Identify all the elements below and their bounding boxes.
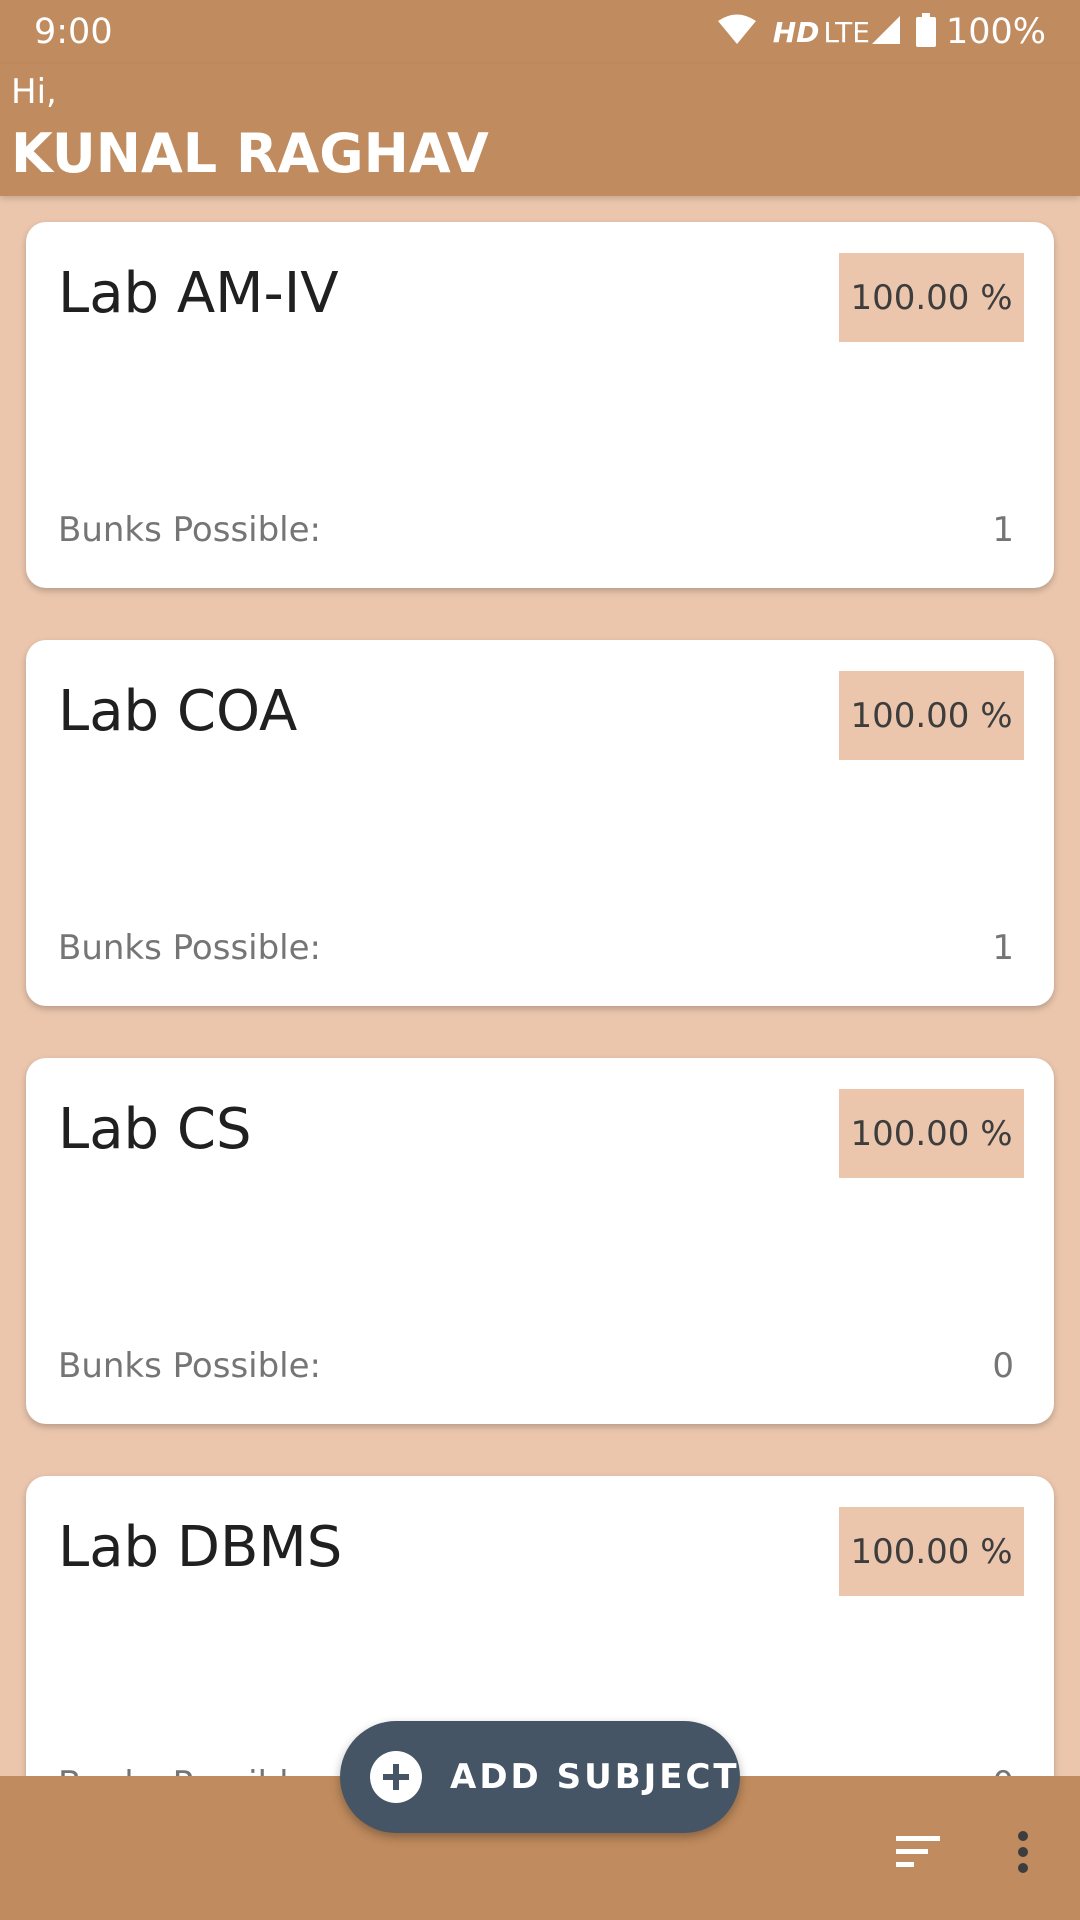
subject-card[interactable]: Lab CS 100.00 % Bunks Possible: 0 <box>26 1058 1054 1424</box>
network-hd-label: HD <box>772 15 820 49</box>
greeting-text: Hi, <box>11 72 57 112</box>
attendance-percentage-badge: 100.00 % <box>839 253 1024 342</box>
subject-name: Lab CS <box>58 1097 252 1162</box>
bunks-possible-value: 0 <box>992 1764 1014 1776</box>
battery-icon <box>915 13 936 51</box>
battery-percentage: 100% <box>945 12 1046 52</box>
status-bar: 9:00 HD LTE 100% <box>0 0 1080 64</box>
subject-name: Lab DBMS <box>58 1515 343 1580</box>
bunks-possible-label: Bunks Possible: <box>58 1346 322 1386</box>
bunks-possible-label: Bunks Possible: <box>58 1764 321 1776</box>
bunks-possible-label: Bunks Possible: <box>58 510 322 550</box>
user-name: KUNAL RAGHAV <box>11 122 489 185</box>
attendance-percentage-badge: 100.00 % <box>839 1089 1024 1178</box>
subject-list[interactable]: Lab AM-IV 100.00 % Bunks Possible: 1 Lab… <box>0 196 1080 1776</box>
subject-card[interactable]: Lab COA 100.00 % Bunks Possible: 1 <box>26 640 1054 1006</box>
add-subject-button[interactable]: ADD SUBJECT <box>340 1721 740 1833</box>
network-type-label: LTE <box>823 15 870 49</box>
signal-icon <box>870 14 902 50</box>
bunks-possible-value: 0 <box>992 1346 1014 1386</box>
bunks-possible-label: Bunks Possible: <box>58 928 322 968</box>
status-icons: HD LTE 100% <box>717 10 1046 54</box>
bunks-possible-value: 1 <box>992 510 1014 550</box>
subject-name: Lab AM-IV <box>58 261 339 326</box>
add-circle-icon <box>370 1751 422 1803</box>
subject-card[interactable]: Lab AM-IV 100.00 % Bunks Possible: 1 <box>26 222 1054 588</box>
subject-name: Lab COA <box>58 679 298 744</box>
attendance-percentage-badge: 100.00 % <box>839 1507 1024 1596</box>
wifi-icon <box>717 14 757 50</box>
app-header: Hi, KUNAL RAGHAV <box>0 64 1080 196</box>
sort-icon[interactable] <box>890 1824 946 1880</box>
attendance-percentage-badge: 100.00 % <box>839 671 1024 760</box>
more-vert-icon[interactable] <box>995 1824 1051 1880</box>
add-subject-label: ADD SUBJECT <box>450 1757 740 1797</box>
status-time: 9:00 <box>34 12 113 52</box>
bunks-possible-value: 1 <box>992 928 1014 968</box>
